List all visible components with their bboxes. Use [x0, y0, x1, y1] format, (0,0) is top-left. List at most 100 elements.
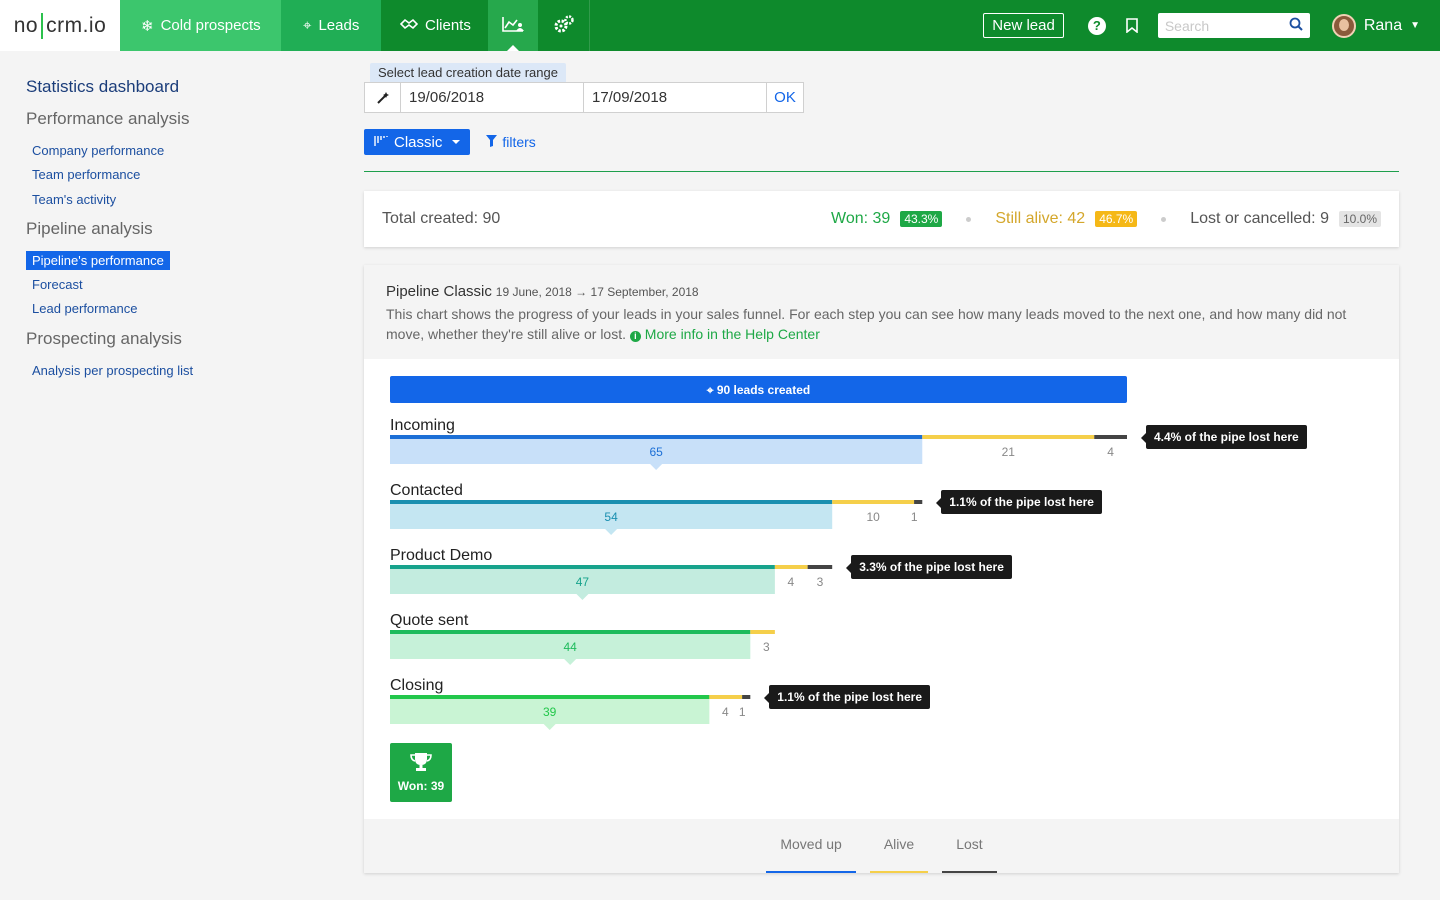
won-count: Won: 39	[831, 210, 891, 227]
lost-line	[742, 695, 751, 699]
top-navigation: no crm.io ❄ Cold prospects ⌖ Leads Client…	[0, 0, 1440, 51]
gears-icon	[553, 14, 575, 37]
separator-dot	[966, 216, 972, 222]
ok-button[interactable]: OK	[767, 83, 803, 112]
trophy-icon	[410, 752, 432, 775]
filters-link[interactable]: filters	[486, 134, 536, 150]
bar-pointer	[605, 529, 618, 535]
won-box: Won: 39	[390, 743, 452, 802]
magic-wand-icon[interactable]	[365, 83, 401, 112]
start-date-field[interactable]: 19/06/2018	[401, 83, 584, 112]
logo-right-text: crm.io	[46, 13, 107, 37]
alive-line	[832, 500, 915, 504]
sidebar-section-pipeline: Pipeline analysis Pipeline's performance…	[26, 219, 326, 323]
tab-label: Leads	[318, 17, 360, 34]
bar-pointer	[564, 659, 577, 665]
logo[interactable]: no crm.io	[0, 0, 120, 51]
filters-label: filters	[502, 134, 536, 150]
alive-line	[922, 435, 1095, 439]
won-percent-badge: 43.3%	[900, 211, 943, 227]
total-created: Total created: 90	[382, 210, 501, 227]
nav-right: New lead ? Rana ▼	[983, 0, 1440, 51]
lost-percent-tooltip: 4.4% of the pipe lost here	[1141, 425, 1307, 449]
stage-label: Quote sent	[390, 612, 469, 629]
moved-up-value: 54	[604, 510, 618, 524]
lost-value: 3	[817, 575, 824, 589]
moved-up-value: 65	[649, 445, 663, 459]
sidebar-item-teams-activity[interactable]: Team's activity	[26, 190, 122, 209]
lost-percent-tooltip: 1.1% of the pipe lost here	[936, 490, 1102, 514]
new-lead-button[interactable]: New lead	[983, 13, 1064, 38]
help-icon[interactable]: ?	[1087, 16, 1106, 35]
search-box	[1157, 13, 1310, 38]
search-icon[interactable]	[1289, 17, 1303, 34]
bookmark-icon[interactable]	[1126, 18, 1138, 33]
sidebar-statistics-dashboard[interactable]: Statistics dashboard	[26, 77, 326, 97]
sidebar-heading: Prospecting analysis	[26, 329, 182, 348]
logo-left-text: no	[13, 13, 39, 37]
moved-up-value: 39	[543, 705, 557, 719]
lost-line	[914, 500, 923, 504]
date-range-picker: 19/06/2018 17/09/2018 OK	[364, 82, 804, 113]
lost-percent-tooltip: 1.1% of the pipe lost here	[764, 685, 930, 709]
bar-pointer	[576, 594, 589, 600]
sidebar-heading: Pipeline analysis	[26, 219, 153, 238]
section-divider	[364, 171, 1399, 172]
sidebar-item-company-performance[interactable]: Company performance	[26, 141, 170, 160]
crosshair-icon: ⌖	[303, 17, 312, 34]
legend-lost: Lost	[942, 836, 997, 873]
chart-user-icon	[502, 16, 524, 36]
tab-label: Clients	[425, 17, 471, 34]
lost-value: 1	[911, 510, 918, 524]
tab-statistics[interactable]	[488, 0, 538, 51]
summary-card: Total created: 90 Won: 39 43.3% Still al…	[364, 191, 1399, 247]
moved-up-line	[390, 565, 775, 569]
alive-line	[709, 695, 743, 699]
sidebar-item-lead-performance[interactable]: Lead performance	[26, 299, 144, 318]
alive-line	[750, 630, 775, 634]
avatar	[1331, 13, 1356, 38]
stage-label: Incoming	[390, 417, 455, 434]
leads-created-label: ⌖ 90 leads created	[706, 383, 810, 397]
summary-stats: Won: 39 43.3% Still alive: 42 46.7% Lost…	[831, 210, 1381, 228]
view-filter-row: Classic filters	[364, 129, 1399, 155]
sidebar-item-team-performance[interactable]: Team performance	[26, 165, 146, 184]
won-label: Won: 39	[397, 779, 445, 793]
legend-moved-up: Moved up	[766, 836, 856, 873]
search-input[interactable]	[1164, 17, 1275, 34]
sidebar-item-prospecting-list[interactable]: Analysis per prospecting list	[26, 361, 199, 380]
stage-label: Contacted	[390, 482, 463, 499]
user-menu[interactable]: Rana ▼	[1331, 13, 1420, 38]
alive-count: Still alive: 42	[995, 210, 1086, 227]
funnel-view-icon	[374, 134, 388, 151]
handshake-icon	[399, 17, 419, 34]
date-range-label: Select lead creation date range	[370, 63, 566, 82]
end-date-field[interactable]: 17/09/2018	[584, 83, 767, 112]
sidebar-heading: Performance analysis	[26, 109, 190, 128]
sidebar-section-performance: Performance analysis Company performance…	[26, 109, 326, 214]
tab-label: Cold prospects	[160, 17, 261, 34]
lost-count: Lost or cancelled: 9	[1190, 210, 1329, 227]
alive-percent-badge: 46.7%	[1095, 211, 1138, 227]
sidebar: Statistics dashboard Performance analysi…	[26, 76, 326, 385]
alive-value: 4	[722, 705, 729, 719]
funnel-chart: ⌖ 90 leads created Incoming 65 21 4 Contacted…	[390, 376, 1127, 730]
sidebar-item-forecast[interactable]: Forecast	[26, 275, 89, 294]
lost-percent-badge: 10.0%	[1338, 211, 1381, 227]
main-content: Select lead creation date range 19/06/20…	[364, 63, 1399, 873]
tab-leads[interactable]: ⌖ Leads	[281, 0, 381, 51]
lost-percent-tooltip: 3.3% of the pipe lost here	[846, 555, 1012, 579]
view-selector-button[interactable]: Classic	[364, 129, 471, 155]
alive-value: 3	[763, 640, 770, 654]
lost-value: 1	[739, 705, 746, 719]
filter-icon	[486, 134, 498, 150]
lost-line	[1094, 435, 1127, 439]
moved-up-line	[390, 695, 710, 699]
bar-pointer	[650, 464, 663, 470]
sidebar-section-prospecting: Prospecting analysis Analysis per prospe…	[26, 329, 326, 385]
tab-settings[interactable]	[538, 0, 590, 51]
tab-cold-prospects[interactable]: ❄ Cold prospects	[120, 0, 281, 51]
tab-clients[interactable]: Clients	[381, 0, 488, 51]
sidebar-item-pipelines-performance[interactable]: Pipeline's performance	[26, 251, 170, 270]
stage-label: Product Demo	[390, 547, 492, 564]
